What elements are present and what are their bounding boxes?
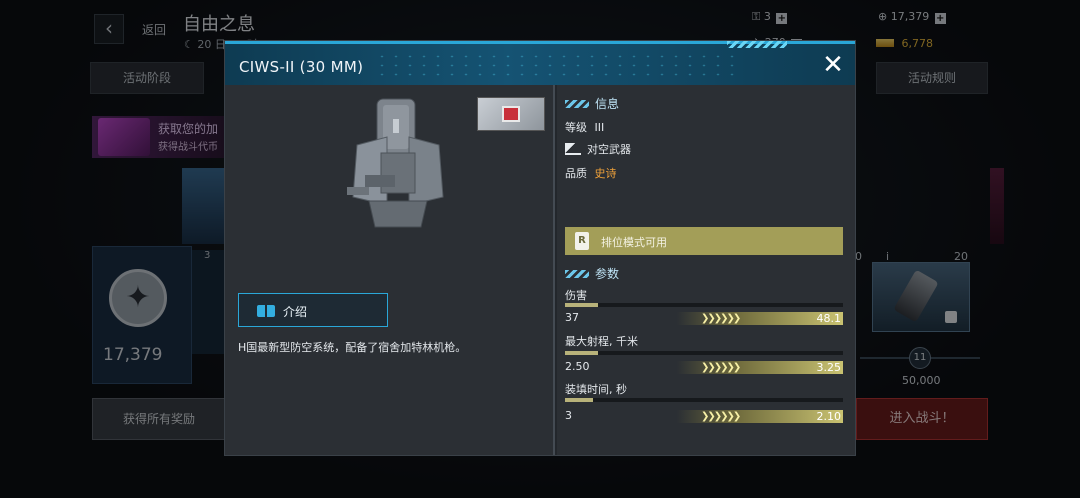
modal-title: CIWS-II (30 MM) — [239, 58, 364, 76]
param-damage-upgrade-bar: ❯❯❯❯❯❯ 48.1 — [677, 312, 843, 325]
level-line: 等级 III — [565, 119, 604, 135]
intro-button[interactable]: 介绍 — [238, 293, 388, 327]
level-value: III — [594, 121, 605, 134]
param-reload-label: 装填时间, 秒 — [565, 383, 627, 396]
header-pattern — [375, 52, 735, 80]
param-reload-bar — [565, 398, 843, 402]
modal-header: CIWS-II (30 MM) ✕ — [225, 41, 855, 85]
weapon-info-modal: CIWS-II (30 MM) ✕ 介绍 H国最新型防空系统，配备了宿舍加特林机… — [224, 40, 856, 456]
nation-flag-badge — [477, 97, 545, 131]
intro-label: 介绍 — [283, 305, 308, 319]
param-reload-base: 3 — [565, 409, 572, 422]
upgrade-chevrons-icon: ❯❯❯❯❯❯ — [701, 313, 741, 324]
weapon-type: 对空武器 — [587, 143, 631, 156]
ranked-label: 排位模式可用 — [601, 236, 667, 249]
param-reload-max: 2.10 — [816, 410, 842, 423]
param-range-base: 2.50 — [565, 360, 590, 373]
anti-air-icon — [565, 143, 581, 155]
section-stripes-icon — [565, 100, 589, 108]
book-icon — [257, 305, 275, 317]
param-range-bar — [565, 351, 843, 355]
weapon-description: H国最新型防空系统，配备了宿舍加特林机枪。 — [238, 341, 467, 354]
quality-line: 品质 史诗 — [565, 165, 617, 181]
weapon-preview-pane: 介绍 H国最新型防空系统，配备了宿舍加特林机枪。 — [225, 85, 555, 455]
upgrade-chevrons-icon: ❯❯❯❯❯❯ — [701, 362, 741, 373]
quality-label: 品质 — [565, 167, 587, 180]
weapon-type-line: 对空武器 — [565, 141, 631, 157]
param-damage-base: 37 — [565, 311, 579, 324]
upgrade-chevrons-icon: ❯❯❯❯❯❯ — [701, 411, 741, 422]
close-button[interactable]: ✕ — [819, 52, 847, 80]
param-reload-upgrade-bar: ❯❯❯❯❯❯ 2.10 — [677, 410, 843, 423]
ranked-icon: R — [575, 232, 589, 250]
param-reload-fill — [565, 398, 593, 402]
section-stripes-icon — [565, 270, 589, 278]
ranked-mode-banner: R 排位模式可用 — [565, 227, 843, 255]
param-damage-max: 48.1 — [816, 312, 842, 325]
level-label: 等级 — [565, 121, 587, 134]
param-range-fill — [565, 351, 599, 355]
flag-emblem-icon — [502, 106, 520, 122]
weapon-stats-pane: 信息 等级 III 对空武器 品质 史诗 R 排位模式可用 参数 伤害 37 ❯… — [557, 85, 855, 455]
param-range-max: 3.25 — [816, 361, 842, 374]
param-range-label: 最大射程, 千米 — [565, 335, 638, 348]
params-section-title: 参数 — [595, 267, 620, 281]
weapon-model-image — [347, 98, 444, 228]
param-damage-label: 伤害 — [565, 289, 587, 302]
header-stripes — [727, 41, 787, 48]
params-section-header: 参数 — [565, 265, 619, 282]
param-damage-bar — [565, 303, 843, 307]
param-damage-fill — [565, 303, 599, 307]
close-icon: ✕ — [822, 50, 844, 80]
info-section-title: 信息 — [595, 97, 620, 111]
quality-value: 史诗 — [594, 167, 617, 180]
info-section-header: 信息 — [565, 95, 619, 112]
param-range-upgrade-bar: ❯❯❯❯❯❯ 3.25 — [677, 361, 843, 374]
